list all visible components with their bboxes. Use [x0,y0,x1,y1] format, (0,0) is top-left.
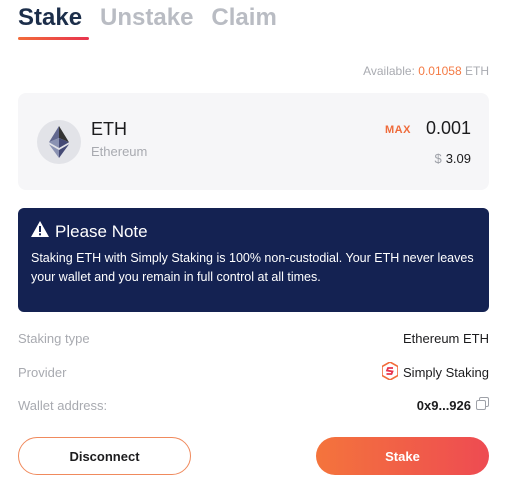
active-tab-indicator [18,37,89,40]
usd-amount: 3.09 [445,151,471,166]
wallet-address-row: Wallet address: 0x9...926 [18,397,489,413]
usd-symbol: $ [434,151,442,166]
wallet-address-label: Wallet address: [18,397,108,413]
note-title: Please Note [55,221,148,241]
asset-symbol: ETH [91,119,127,139]
stake-tabs: Stake Unstake Claim [18,2,277,34]
please-note-banner: Please Note Staking ETH with Simply Stak… [18,208,489,312]
tab-stake[interactable]: Stake [18,2,82,34]
max-button[interactable]: MAX [385,124,411,136]
staking-type-label: Staking type [18,331,90,346]
provider-value: Simply Staking [403,365,489,380]
note-body: Staking ETH with Simply Staking is 100% … [31,251,474,284]
provider-row: Provider Simply Staking [18,361,489,383]
tab-claim[interactable]: Claim [211,2,276,34]
asset-input-card: ETH Ethereum MAX 0.001 $3.09 [18,93,489,190]
ethereum-icon [37,120,81,164]
asset-name: Ethereum [91,144,148,159]
available-amount: 0.01058 [418,64,462,78]
usd-value: $3.09 [434,151,471,166]
disconnect-button[interactable]: Disconnect [18,437,191,475]
available-unit: ETH [465,64,489,78]
wallet-address-value: 0x9...926 [416,397,471,413]
available-label: Available: [363,64,415,78]
warning-icon [31,221,49,242]
staking-type-row: Staking type Ethereum ETH [18,331,489,346]
available-balance: Available: 0.01058 ETH [363,64,489,78]
tab-unstake[interactable]: Unstake [100,2,193,34]
staking-type-value: Ethereum ETH [403,331,489,346]
provider-label: Provider [18,365,67,380]
simply-staking-logo [381,361,399,383]
copy-icon[interactable] [476,397,489,413]
stake-button[interactable]: Stake [316,437,489,475]
amount-input[interactable]: 0.001 [426,118,471,139]
